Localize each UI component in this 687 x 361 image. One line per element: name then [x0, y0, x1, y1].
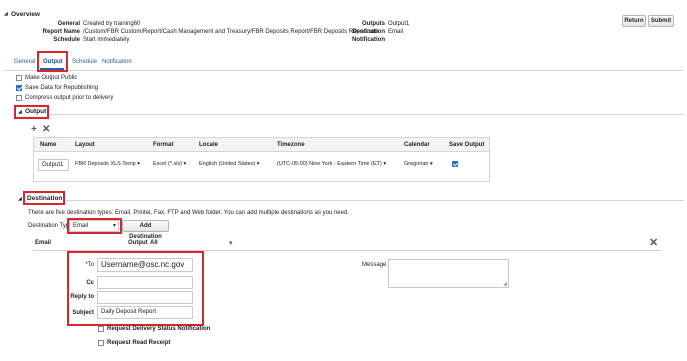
destination-value: Email: [388, 29, 404, 35]
output-section-divider: [50, 114, 684, 115]
column-header-format: Format: [153, 142, 174, 148]
column-header-locale: Locale: [199, 142, 219, 148]
column-header-calendar: Calendar: [404, 142, 430, 148]
table-row: Output1 FBR Deposits XLS Temp ▾ Excel (*…: [34, 153, 489, 181]
calendar-select[interactable]: Gregorian ▾: [404, 161, 433, 167]
output-section-highlight: [14, 105, 49, 119]
column-header-layout: Layout: [75, 142, 95, 148]
column-header-name: Name: [40, 142, 57, 148]
schedule-value: Start immediately: [83, 37, 130, 43]
general-value: Created by training60: [83, 21, 141, 27]
destination-collapse-icon[interactable]: ◢: [18, 196, 22, 202]
report-name-label: Report Name: [42, 29, 80, 35]
reply-to-label: Reply to: [70, 294, 94, 300]
tab-divider: [3, 70, 684, 71]
delivery-status-label: Request Delivery Status Notification: [107, 326, 211, 332]
general-label: General: [57, 21, 80, 27]
output-tab-highlight: [37, 51, 68, 72]
compress-output-checkbox[interactable]: [16, 95, 22, 101]
calendar-value: Gregorian: [404, 161, 429, 167]
cc-input[interactable]: [97, 276, 193, 289]
remove-destination-icon[interactable]: ✕: [649, 236, 658, 249]
email-output-dropdown-icon[interactable]: ▾: [229, 239, 233, 247]
schedule-label: Schedule: [53, 37, 80, 43]
read-receipt-label: Request Read Receipt: [107, 340, 171, 346]
tab-general[interactable]: General: [14, 59, 35, 65]
save-data-checkbox[interactable]: [16, 85, 22, 91]
overview-title: Overview: [11, 11, 40, 18]
compress-output-label: Compress output prior to delivery: [25, 95, 114, 101]
cc-label: Cc: [86, 280, 94, 286]
layout-value: FBR Deposits XLS Temp: [75, 161, 136, 167]
add-icon[interactable]: +: [31, 124, 37, 135]
destination-section-divider: [66, 200, 684, 201]
column-header-save-output: Save Output: [449, 142, 485, 148]
timezone-select[interactable]: (UTC-05:00) New York - Eastern Time (ET)…: [277, 161, 386, 167]
email-output-select[interactable]: All: [150, 240, 158, 246]
destination-label: Destination: [352, 29, 385, 35]
output-name-input[interactable]: Output1: [38, 159, 69, 171]
destination-section-highlight: [23, 191, 65, 205]
output-table: Name Layout Format Locale Timezone Calen…: [33, 137, 490, 182]
make-output-public-checkbox[interactable]: [16, 75, 22, 81]
subject-input[interactable]: Daily Deposit Report: [97, 306, 193, 319]
subject-label: Subject: [72, 310, 94, 316]
format-select[interactable]: Excel (*.xls) ▾: [153, 161, 186, 167]
locale-value: English (United States): [199, 161, 256, 167]
message-textarea[interactable]: ◢: [388, 259, 509, 288]
make-output-public-label: Make Output Public: [25, 75, 78, 81]
save-data-label: Save Data for Republishing: [25, 85, 99, 91]
locale-select[interactable]: English (United States) ▾: [199, 161, 260, 167]
format-value: Excel (*.xls): [153, 161, 183, 167]
email-output-label: Output: [128, 240, 148, 246]
add-destination-button[interactable]: Add Destination: [122, 220, 169, 240]
return-button[interactable]: Return: [622, 15, 646, 27]
destination-type-highlight: [67, 218, 122, 234]
tab-notification[interactable]: Notification: [102, 59, 132, 65]
resize-grip-icon[interactable]: ◢: [503, 281, 507, 287]
delete-icon[interactable]: ✕: [42, 124, 50, 135]
outputs-label: Outputs: [362, 21, 385, 27]
delivery-status-checkbox[interactable]: [98, 326, 104, 332]
to-input[interactable]: Username@osc.nc.gov: [97, 258, 193, 272]
read-receipt-checkbox[interactable]: [98, 340, 104, 346]
column-header-timezone: Timezone: [277, 142, 305, 148]
to-label: *To: [85, 262, 94, 268]
destination-type-label: Destination Type: [28, 223, 73, 229]
destination-info-text: There are five destination types: Email,…: [28, 210, 349, 216]
collapse-triangle-icon[interactable]: ◢: [4, 11, 8, 17]
email-header: Email: [35, 240, 52, 246]
notification-label: Notification: [352, 37, 385, 43]
reply-to-input[interactable]: [97, 291, 193, 304]
submit-button[interactable]: Submit: [648, 15, 674, 27]
tab-schedule[interactable]: Schedule: [72, 59, 97, 65]
save-output-checkbox[interactable]: [452, 161, 458, 167]
layout-select[interactable]: FBR Deposits XLS Temp ▾: [75, 161, 140, 167]
outputs-value: Output1: [388, 21, 410, 27]
message-label: Message: [362, 262, 387, 268]
timezone-value: (UTC-05:00) New York - Eastern Time (ET): [277, 161, 382, 167]
